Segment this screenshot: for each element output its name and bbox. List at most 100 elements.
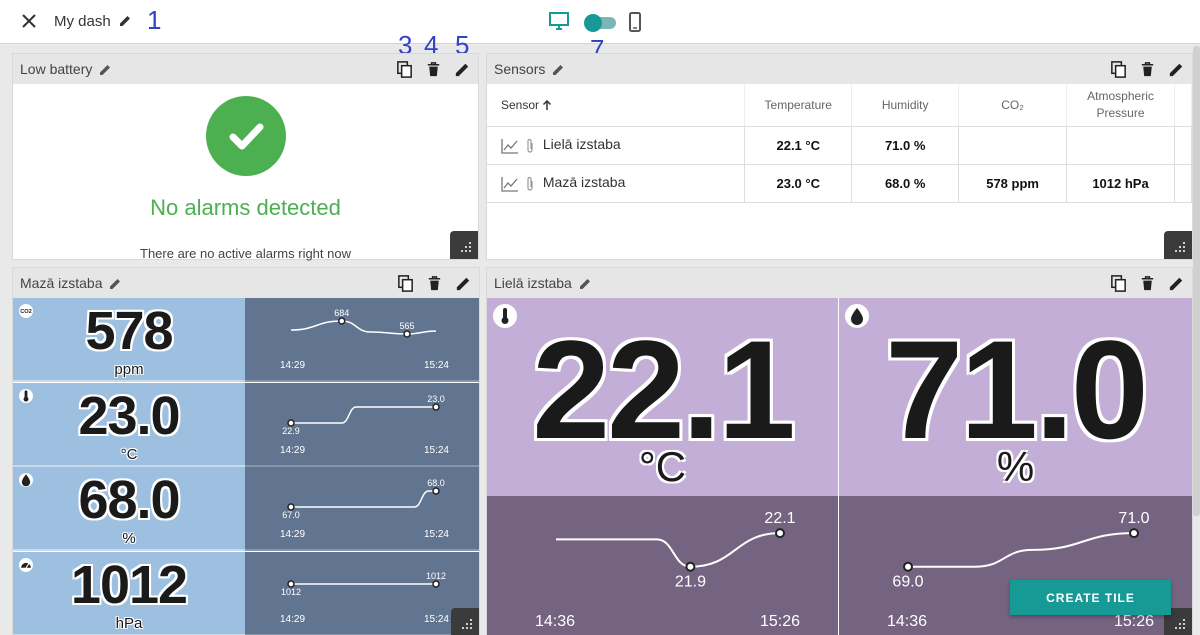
trash-icon[interactable] xyxy=(424,60,443,79)
time-end: 15:24 xyxy=(424,614,449,625)
resize-handle[interactable] xyxy=(1164,231,1192,259)
data-point xyxy=(775,528,785,539)
metric-value: 68.0 xyxy=(78,470,180,530)
metric-value-panel: 23.0 °C xyxy=(13,382,245,467)
sparkline-chart: 684 565 14:29 15:24 xyxy=(280,308,449,371)
metric-chart: 67.0 68.0 14:29 15:24 xyxy=(245,467,479,551)
column-header-humidity[interactable]: Humidity xyxy=(851,84,960,127)
paperclip-icon[interactable] xyxy=(525,138,535,154)
phone-icon[interactable] xyxy=(628,11,642,33)
humidity-cell: 71.0 % xyxy=(851,126,960,165)
resize-handle[interactable] xyxy=(450,231,478,259)
resize-handle[interactable] xyxy=(451,608,479,635)
metric-unit: % xyxy=(996,443,1035,490)
data-point xyxy=(432,579,440,588)
copy-icon[interactable] xyxy=(395,60,414,79)
metric-value: 1012 xyxy=(70,554,188,615)
tile-actions xyxy=(396,274,473,293)
trash-icon[interactable] xyxy=(1138,274,1157,293)
sparkline-chart: 22.9 23.0 14:29 15:24 xyxy=(280,394,449,456)
column-header-pressure[interactable]: Atmospheric Pressure xyxy=(1066,84,1175,127)
pencil-icon[interactable] xyxy=(551,63,565,77)
trash-icon[interactable] xyxy=(1138,60,1157,79)
time-start: 14:36 xyxy=(887,613,927,630)
tile-header: Mazā izstaba xyxy=(13,268,479,298)
dashboard-title: My dash xyxy=(54,13,111,30)
pencil-icon[interactable] xyxy=(1167,60,1186,79)
monitor-icon[interactable] xyxy=(548,10,570,32)
time-end: 15:24 xyxy=(424,445,449,456)
resize-grip-icon xyxy=(461,242,471,252)
table-header-row: Sensor Temperature Humidity CO₂ Atmosphe… xyxy=(487,84,1192,127)
data-point xyxy=(432,487,440,495)
metric-value-panel: CO2 578 ppm xyxy=(13,298,245,382)
data-label: 565 xyxy=(399,321,414,331)
sensor-name-cell: Lielā izstaba xyxy=(487,126,746,165)
copy-icon[interactable] xyxy=(396,274,415,293)
chart-icon[interactable] xyxy=(501,138,519,154)
create-tile-button[interactable]: CREATE TILE xyxy=(1010,580,1171,615)
metric-unit: ppm xyxy=(114,361,144,378)
pencil-icon[interactable] xyxy=(578,277,592,291)
pencil-icon[interactable] xyxy=(98,63,112,77)
time-end: 15:26 xyxy=(760,613,800,630)
data-point xyxy=(338,317,346,325)
data-point xyxy=(685,561,696,572)
tile-title: Lielā izstaba xyxy=(494,275,592,291)
table-row[interactable]: Mazā izstaba 23.0 °C 68.0 % 578 ppm 1012… xyxy=(487,164,1192,203)
data-label: 22.1 xyxy=(764,510,795,527)
toggle-knob[interactable] xyxy=(584,14,602,32)
time-start: 14:29 xyxy=(280,445,305,456)
data-label: 71.0 xyxy=(1118,510,1149,527)
copy-icon[interactable] xyxy=(1109,274,1128,293)
maza-izstaba-tile: Mazā izstaba CO2 578 ppm 684 565 14:29 15:24 23… xyxy=(13,268,479,635)
time-start: 14:29 xyxy=(280,529,305,540)
paperclip-icon[interactable] xyxy=(525,176,535,192)
sparkline xyxy=(907,532,1135,568)
metric-unit: hPa xyxy=(115,614,143,632)
metric-row: 23.0 °C 22.9 23.0 14:29 15:24 xyxy=(13,382,479,467)
copy-icon[interactable] xyxy=(1109,60,1128,79)
trash-icon[interactable] xyxy=(425,274,444,293)
sensor-name-cell: Mazā izstaba xyxy=(487,164,746,203)
scrollbar[interactable] xyxy=(1193,46,1200,516)
metric-value-panel: 1012 hPa xyxy=(13,551,245,635)
resize-grip-icon xyxy=(1175,242,1185,252)
time-end: 15:26 xyxy=(1114,613,1154,630)
metric-row: 1012 hPa 1012 1012 14:29 15:24 xyxy=(13,551,479,635)
metric-row: 68.0% 67.0 68.0 14:29 15:24 xyxy=(13,467,479,551)
column-header-co2[interactable]: CO₂ xyxy=(958,84,1068,127)
low-battery-tile: Low battery No alarms detected There are… xyxy=(13,54,478,261)
tile-actions xyxy=(395,60,472,79)
tile-title-text: Low battery xyxy=(20,61,93,77)
metric-unit: °C xyxy=(120,445,138,463)
close-icon[interactable] xyxy=(18,10,40,32)
pencil-icon[interactable] xyxy=(453,60,472,79)
time-start: 14:36 xyxy=(535,613,575,630)
sensors-tile: Sensors Sensor Temperature Humidity CO₂ … xyxy=(487,54,1192,259)
tile-title-text: Mazā izstaba xyxy=(20,275,103,291)
sensor-name: Lielā izstaba xyxy=(542,136,621,153)
column-header-temperature[interactable]: Temperature xyxy=(744,84,853,127)
metric-row: CO2 578 ppm 684 565 14:29 15:24 xyxy=(13,298,479,382)
chart-icon[interactable] xyxy=(501,176,519,192)
time-end: 15:24 xyxy=(424,360,449,371)
time-end: 15:24 xyxy=(424,529,449,540)
pencil-icon[interactable] xyxy=(118,14,132,28)
pencil-icon[interactable] xyxy=(1167,274,1186,293)
metric-value: 578 xyxy=(85,301,173,361)
metric-chart: 684 565 14:29 15:24 xyxy=(245,298,479,382)
pencil-icon[interactable] xyxy=(454,274,473,293)
arrow-up-icon xyxy=(543,100,552,111)
co2-cell xyxy=(958,126,1068,165)
time-start: 14:29 xyxy=(280,360,305,371)
data-point xyxy=(432,402,440,411)
column-header-sensor[interactable]: Sensor xyxy=(487,84,746,127)
tile-header: Low battery xyxy=(13,54,478,84)
column-header-spacer xyxy=(1174,84,1192,127)
pressure-cell xyxy=(1066,126,1175,165)
table-row[interactable]: Lielā izstaba 22.1 °C 71.0 % xyxy=(487,126,1192,165)
metric-value: 22.1 xyxy=(532,311,795,468)
pencil-icon[interactable] xyxy=(108,277,122,291)
sensor-name: Mazā izstaba xyxy=(542,174,626,191)
